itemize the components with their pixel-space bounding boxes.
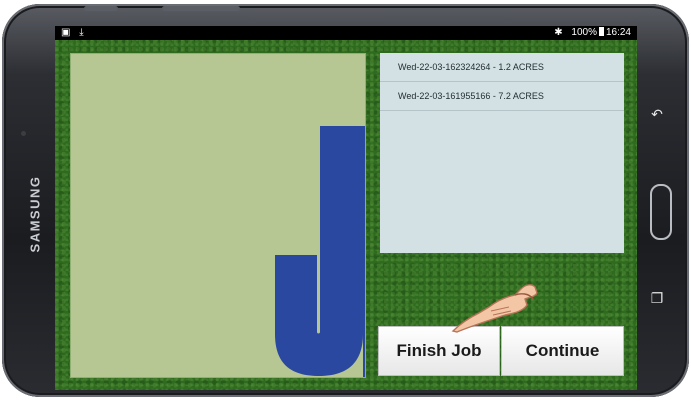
recent-apps-icon[interactable]: ❐ — [647, 290, 667, 307]
power-key — [84, 6, 118, 11]
screenshot-icon: ▣ — [61, 27, 71, 38]
download-icon: ⤓ — [79, 27, 84, 38]
battery-percent: 100% — [571, 27, 597, 38]
battery-icon — [598, 27, 604, 36]
field-shape — [275, 126, 365, 377]
brand-logo: SAMSUNG — [27, 175, 43, 253]
front-camera — [21, 131, 26, 136]
job-list: Wed-22-03-162324264 - 1.2 ACRES Wed-22-0… — [380, 53, 624, 253]
bluetooth-icon: ✱ — [554, 27, 563, 38]
home-button[interactable] — [650, 184, 672, 240]
list-item[interactable]: Wed-22-03-161955166 - 7.2 ACRES — [380, 82, 624, 111]
volume-key — [162, 6, 240, 11]
back-arrow-icon[interactable]: ↶ — [647, 106, 667, 123]
clock: 16:24 — [605, 27, 631, 38]
field-map[interactable] — [70, 53, 366, 378]
app-screen: ▣ ⤓ ✱ 100% 16:24 Wed-22-03-162324264 - 1.… — [55, 26, 637, 390]
list-item[interactable]: Wed-22-03-162324264 - 1.2 ACRES — [380, 53, 624, 82]
status-bar: ▣ ⤓ ✱ 100% 16:24 — [55, 26, 637, 40]
continue-button[interactable]: Continue — [501, 326, 624, 376]
pointing-hand-icon — [451, 284, 538, 333]
finish-job-button[interactable]: Finish Job — [378, 326, 500, 376]
letter-j-shape — [275, 126, 365, 377]
